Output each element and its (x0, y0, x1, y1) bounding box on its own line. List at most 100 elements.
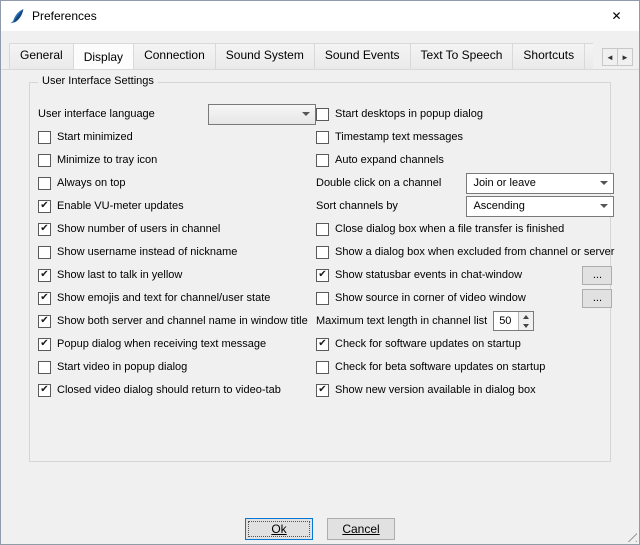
spin-up-icon[interactable] (519, 312, 533, 321)
checkbox-label: Always on top (57, 177, 125, 189)
double-click-row: Double click on a channel Join or leave (316, 174, 614, 192)
tab-display[interactable]: Display (73, 43, 134, 69)
checkbox[interactable] (316, 131, 329, 144)
close-button[interactable]: ✕ (594, 1, 639, 31)
checkbox[interactable] (38, 200, 51, 213)
checkbox-row[interactable]: Timestamp text messages (316, 128, 614, 146)
checkbox-row[interactable]: Show number of users in channel (38, 220, 316, 238)
checkbox-row[interactable]: Close dialog box when a file transfer is… (316, 220, 614, 238)
checkbox[interactable] (38, 361, 51, 374)
checkbox[interactable] (316, 361, 329, 374)
chevron-down-icon (600, 181, 608, 185)
video-source-more-button[interactable]: ... (582, 289, 612, 308)
checkbox-row[interactable]: Popup dialog when receiving text message (38, 335, 316, 353)
checkbox[interactable] (38, 338, 51, 351)
language-label: User interface language (38, 108, 155, 120)
tab-scroll-right-icon[interactable]: ► (617, 48, 633, 66)
checkbox-row[interactable]: Always on top (38, 174, 316, 192)
checkbox[interactable] (316, 338, 329, 351)
video-source-row[interactable]: Show source in corner of video window ..… (316, 289, 614, 307)
checkbox-label: Start minimized (57, 131, 133, 143)
sort-channels-row: Sort channels by Ascending (316, 197, 614, 215)
checkbox-row[interactable]: Start desktops in popup dialog (316, 105, 614, 123)
checkbox-row[interactable]: Show a dialog box when excluded from cha… (316, 243, 614, 261)
spinner-value: 50 (494, 312, 518, 330)
checkbox-label: Check for software updates on startup (335, 338, 521, 350)
tab-shortcuts[interactable]: Shortcuts (512, 43, 585, 69)
combobox-value: Ascending (473, 200, 524, 212)
checkbox-label: Show new version available in dialog box (335, 384, 536, 396)
checkbox-label: Show emojis and text for channel/user st… (57, 292, 270, 304)
checkbox[interactable] (38, 384, 51, 397)
checkbox-row[interactable]: Check for software updates on startup (316, 335, 614, 353)
cancel-button[interactable]: Cancel (327, 518, 395, 540)
checkbox-label: Minimize to tray icon (57, 154, 157, 166)
checkbox-label: Show last to talk in yellow (57, 269, 182, 281)
statusbar-events-more-button[interactable]: ... (582, 266, 612, 285)
sort-channels-combobox[interactable]: Ascending (466, 196, 614, 217)
checkbox-row[interactable]: Start minimized (38, 128, 316, 146)
checkbox-label: Show a dialog box when excluded from cha… (335, 246, 614, 258)
checkbox-row[interactable]: Show last to talk in yellow (38, 266, 316, 284)
language-row: User interface language (38, 105, 316, 123)
checkbox-label: Enable VU-meter updates (57, 200, 184, 212)
checkbox-label: Popup dialog when receiving text message (57, 338, 266, 350)
tab-sound-events[interactable]: Sound Events (314, 43, 411, 69)
checkbox-row[interactable]: Show both server and channel name in win… (38, 312, 316, 330)
checkbox[interactable] (316, 154, 329, 167)
checkbox-row[interactable]: Show username instead of nickname (38, 243, 316, 261)
checkbox-label: Show username instead of nickname (57, 246, 237, 258)
checkbox[interactable] (38, 177, 51, 190)
checkbox[interactable] (38, 223, 51, 236)
preferences-dialog: { "window": { "title": "Preferences", "c… (0, 0, 640, 545)
checkbox[interactable] (38, 131, 51, 144)
checkbox-row[interactable]: Show new version available in dialog box (316, 381, 614, 399)
tab-bar: General Display Connection Sound System … (1, 31, 639, 70)
app-icon (9, 8, 26, 25)
checkbox-row[interactable]: Minimize to tray icon (38, 151, 316, 169)
checkbox-row[interactable]: Auto expand channels (316, 151, 614, 169)
checkbox[interactable] (316, 384, 329, 397)
tab-video[interactable]: Video (584, 43, 593, 69)
checkbox-row[interactable]: Enable VU-meter updates (38, 197, 316, 215)
tab-general[interactable]: General (9, 43, 74, 69)
title-bar[interactable]: Preferences ✕ (1, 1, 639, 31)
checkbox[interactable] (316, 108, 329, 121)
chevron-down-icon (302, 112, 310, 116)
language-combobox[interactable] (208, 104, 316, 125)
right-column: Start desktops in popup dialog Timestamp… (316, 105, 614, 404)
tab-connection[interactable]: Connection (133, 43, 216, 69)
checkbox[interactable] (38, 246, 51, 259)
checkbox[interactable] (38, 315, 51, 328)
max-text-length-label: Maximum text length in channel list (316, 315, 487, 327)
checkbox[interactable] (38, 292, 51, 305)
checkbox-label: Start desktops in popup dialog (335, 108, 483, 120)
checkbox-label: Timestamp text messages (335, 131, 463, 143)
checkbox-row[interactable]: Start video in popup dialog (38, 358, 316, 376)
checkbox[interactable] (316, 292, 329, 305)
ok-button[interactable]: Ok (245, 518, 313, 540)
tab-sound-system[interactable]: Sound System (215, 43, 315, 69)
tab-text-to-speech[interactable]: Text To Speech (410, 43, 514, 69)
checkbox-label: Show number of users in channel (57, 223, 220, 235)
checkbox-row[interactable]: Show emojis and text for channel/user st… (38, 289, 316, 307)
max-text-length-row: Maximum text length in channel list 50 (316, 312, 614, 330)
window-title: Preferences (32, 9, 97, 23)
checkbox[interactable] (316, 223, 329, 236)
checkbox[interactable] (316, 246, 329, 259)
checkbox[interactable] (38, 154, 51, 167)
double-click-label: Double click on a channel (316, 177, 441, 189)
combobox-value: Join or leave (473, 177, 535, 189)
statusbar-events-row[interactable]: Show statusbar events in chat-window ... (316, 266, 614, 284)
checkbox-label: Show both server and channel name in win… (57, 315, 308, 327)
checkbox-row[interactable]: Check for beta software updates on start… (316, 358, 614, 376)
checkbox-row[interactable]: Closed video dialog should return to vid… (38, 381, 316, 399)
checkbox[interactable] (316, 269, 329, 282)
double-click-combobox[interactable]: Join or leave (466, 173, 614, 194)
tab-scroll-left-icon[interactable]: ◄ (602, 48, 618, 66)
checkbox[interactable] (38, 269, 51, 282)
sort-channels-label: Sort channels by (316, 200, 398, 212)
left-column: User interface language Start minimized … (38, 105, 316, 404)
max-text-length-spinner[interactable]: 50 (493, 311, 534, 331)
spin-down-icon[interactable] (519, 321, 533, 330)
